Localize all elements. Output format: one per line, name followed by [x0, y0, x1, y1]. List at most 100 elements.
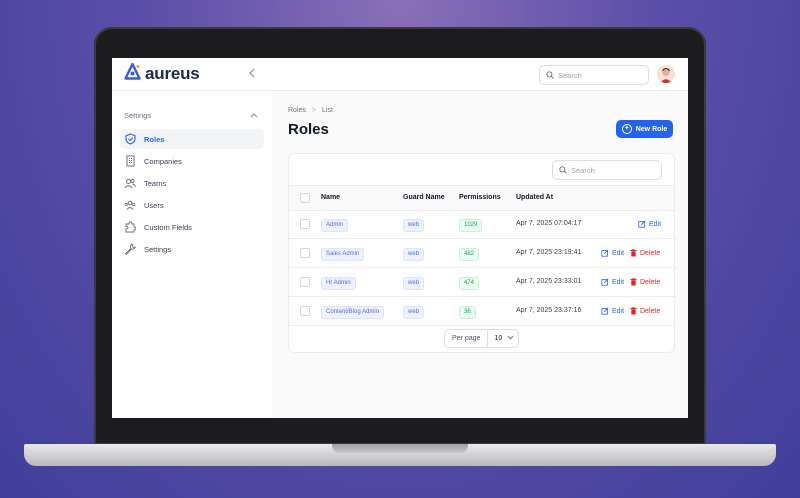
sidebar-item-label: Roles [144, 134, 165, 144]
table-search-input[interactable]: Search [552, 160, 662, 180]
table-header: Name Guard Name Permissions Updated At [289, 185, 674, 211]
edit-icon [601, 307, 609, 315]
guard-name-badge: web [403, 306, 425, 319]
column-header-guard-name[interactable]: Guard Name [403, 194, 445, 201]
user-group-icon [124, 199, 136, 211]
updated-at-value: Apr 7, 2025 07:04:17 [516, 220, 582, 227]
sidebar-item-label: Companies [144, 156, 182, 166]
trash-icon [630, 249, 637, 257]
sidebar: Settings Roles Companies Teams Users Cus… [112, 91, 272, 418]
search-icon [559, 166, 567, 174]
delete-label: Delete [640, 278, 661, 286]
new-role-button[interactable]: + New Role [616, 120, 673, 138]
edit-icon [638, 220, 646, 228]
chevron-up-icon [250, 111, 258, 120]
updated-at-value: Apr 7, 2025 23:33:01 [516, 278, 582, 285]
table-row: Content/Blog Admin web 36 Apr 7, 2025 23… [289, 297, 674, 326]
plus-circle-icon: + [621, 124, 632, 134]
topbar: aureus Search [112, 58, 688, 91]
row-checkbox[interactable] [300, 248, 310, 258]
sidebar-group-label: Settings [124, 111, 152, 120]
table-row: Admin web 1029 Apr 7, 2025 07:04:17 Edit [289, 210, 674, 239]
table-row: Hr Admin web 474 Apr 7, 2025 23:33:01 Ed… [289, 268, 674, 297]
page-title: Roles [288, 121, 329, 138]
sidebar-collapse-button[interactable] [248, 67, 256, 81]
row-checkbox[interactable] [300, 219, 310, 229]
permissions-count-badge: 1029 [459, 219, 483, 232]
sidebar-item-label: Teams [144, 178, 167, 188]
role-name-badge: Admin [321, 219, 349, 232]
trash-icon [630, 307, 637, 315]
permissions-count-badge: 36 [459, 306, 476, 319]
sidebar-item-label: Custom Fields [144, 222, 192, 232]
breadcrumb-separator: > [311, 107, 316, 114]
edit-label: Edit [612, 307, 625, 315]
delete-button[interactable]: Delete [630, 307, 660, 315]
updated-at-value: Apr 7, 2025 23:19:41 [516, 249, 582, 256]
breadcrumb-roles-link[interactable]: Roles [288, 107, 306, 114]
global-search-input[interactable]: Search [539, 65, 649, 85]
edit-icon [601, 249, 609, 257]
edit-label: Edit [612, 249, 625, 257]
sidebar-group-settings[interactable]: Settings [124, 111, 258, 120]
search-icon [546, 71, 554, 79]
user-avatar[interactable] [657, 65, 675, 83]
edit-label: Edit [612, 278, 625, 286]
permissions-count-badge: 482 [459, 248, 480, 261]
sidebar-item-users[interactable]: Users [120, 195, 264, 215]
delete-button[interactable]: Delete [630, 249, 660, 257]
laptop-notch [332, 444, 468, 453]
puzzle-icon [124, 221, 136, 233]
brand-name: aureus [145, 64, 200, 83]
select-all-checkbox[interactable] [300, 193, 310, 203]
delete-button[interactable]: Delete [630, 278, 660, 286]
delete-label: Delete [640, 249, 661, 257]
sidebar-item-custom-fields[interactable]: Custom Fields [120, 217, 264, 237]
main-content: Roles > List Roles + New Role Search Name … [272, 91, 688, 418]
search-placeholder: Search [571, 165, 595, 175]
edit-icon [601, 278, 609, 286]
role-name-badge: Hr Admin [321, 277, 356, 290]
breadcrumb: Roles > List [288, 107, 333, 114]
guard-name-badge: web [403, 248, 425, 261]
shield-check-icon [124, 133, 136, 145]
delete-label: Delete [640, 307, 661, 315]
permissions-count-badge: 474 [459, 277, 480, 290]
table-row: Sales Admin web 482 Apr 7, 2025 23:19:41… [289, 239, 674, 268]
trash-icon [630, 278, 637, 286]
per-page-label: Per page [445, 330, 489, 347]
logo[interactable]: aureus [124, 62, 200, 85]
row-checkbox[interactable] [300, 306, 310, 316]
column-header-updated-at[interactable]: Updated At [516, 194, 553, 201]
roles-table-card: Search Name Guard Name Permissions Updat… [288, 153, 675, 353]
new-role-label: New Role [635, 125, 668, 133]
row-checkbox[interactable] [300, 277, 310, 287]
breadcrumb-current: List [322, 107, 333, 114]
edit-button[interactable]: Edit [601, 307, 624, 315]
edit-button[interactable]: Edit [601, 249, 624, 257]
sidebar-item-teams[interactable]: Teams [120, 173, 264, 193]
users-icon [124, 177, 136, 189]
wrench-icon [124, 243, 136, 255]
edit-button[interactable]: Edit [638, 220, 661, 228]
sidebar-item-settings[interactable]: Settings [120, 239, 264, 259]
edit-button[interactable]: Edit [601, 278, 624, 286]
updated-at-value: Apr 7, 2025 23:37:16 [516, 307, 582, 314]
guard-name-badge: web [403, 219, 425, 232]
role-name-badge: Sales Admin [321, 248, 365, 261]
per-page-select[interactable]: Per page 10 [444, 329, 519, 348]
column-header-name[interactable]: Name [321, 194, 340, 201]
sidebar-item-label: Settings [144, 244, 172, 254]
building-icon [124, 155, 136, 167]
sidebar-item-companies[interactable]: Companies [120, 151, 264, 171]
chevron-left-icon [248, 67, 256, 81]
search-placeholder: Search [558, 70, 582, 80]
sidebar-item-roles[interactable]: Roles [120, 129, 264, 149]
chevron-down-icon [507, 335, 514, 342]
edit-label: Edit [649, 220, 662, 228]
column-header-permissions[interactable]: Permissions [459, 194, 501, 201]
per-page-value: 10 [494, 335, 503, 342]
sidebar-item-label: Users [144, 200, 164, 210]
app-screen: aureus Search Settings Roles Companies T… [112, 58, 688, 418]
aureus-logo-icon [124, 62, 141, 85]
